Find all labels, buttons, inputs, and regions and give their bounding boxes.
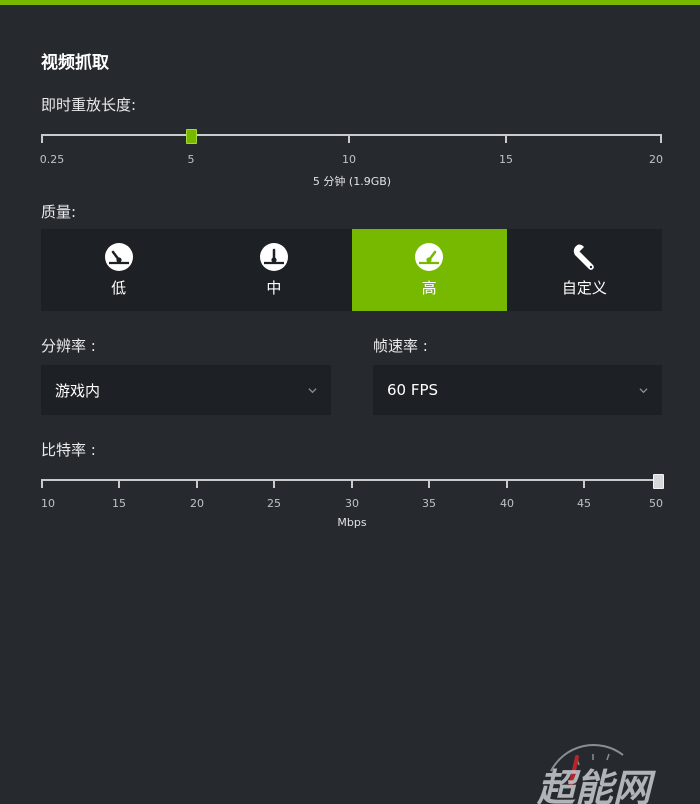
wrench-icon: [574, 244, 595, 270]
bitrate-tick-label: 40: [500, 497, 514, 510]
bitrate-tick: [41, 480, 43, 488]
quality-option-label: 低: [111, 279, 127, 297]
replay-slider-thumb[interactable]: [186, 129, 197, 144]
speedometer-low-icon: [104, 243, 133, 271]
quality-option-high[interactable]: 高: [351, 229, 507, 311]
replay-tick: [41, 135, 43, 143]
quality-option-custom[interactable]: 自定义: [507, 229, 662, 311]
bitrate-tick-label: 15: [112, 497, 126, 510]
resolution-dropdown[interactable]: 游戏内: [41, 365, 331, 415]
framerate-value: 60 FPS: [387, 381, 439, 399]
bitrate-tick-label: 25: [267, 497, 281, 510]
quality-selector[interactable]: 低 中 高 自定义: [41, 229, 662, 311]
bitrate-slider-thumb[interactable]: [653, 474, 664, 489]
quality-option-label: 高: [421, 279, 437, 297]
replay-tick: [348, 135, 350, 143]
framerate-label: 帧速率 :: [373, 337, 428, 355]
accent-top-bar: [0, 0, 700, 5]
speedometer-high-icon: [415, 243, 444, 271]
quality-label: 质量:: [41, 203, 77, 221]
replay-slider-track[interactable]: [41, 134, 662, 136]
bitrate-tick: [118, 480, 120, 488]
bitrate-tick-label: 30: [345, 497, 359, 510]
bitrate-tick: [583, 480, 585, 488]
speedometer-medium-icon: [259, 243, 288, 271]
bitrate-tick: [351, 480, 353, 488]
bitrate-tick: [273, 480, 275, 488]
watermark-text: 超能网: [537, 766, 656, 804]
quality-option-label: 中: [266, 279, 282, 297]
framerate-dropdown[interactable]: 60 FPS: [373, 365, 662, 415]
bitrate-tick: [506, 480, 508, 488]
section-title: 视频抓取: [41, 53, 109, 73]
replay-tick-label: 20: [649, 153, 663, 166]
replay-tick-label: 10: [342, 153, 356, 166]
chevron-down-icon: [308, 387, 317, 393]
resolution-value: 游戏内: [55, 381, 101, 400]
replay-length-label: 即时重放长度:: [41, 96, 137, 114]
bitrate-tick-label: 35: [422, 497, 436, 510]
bitrate-tick-label: 45: [577, 497, 591, 510]
bitrate-tick-label: 50: [649, 497, 663, 510]
bitrate-tick: [428, 480, 430, 488]
replay-length-value: 5 分钟 (1.9GB): [312, 175, 392, 188]
bitrate-tick-label: 20: [190, 497, 204, 510]
bitrate-unit: Mbps: [337, 516, 367, 529]
quality-option-medium[interactable]: 中: [196, 229, 351, 311]
replay-tick: [660, 135, 662, 143]
watermark-logo: 超能网: [537, 744, 656, 804]
bitrate-tick-label: 10: [41, 497, 55, 510]
bitrate-label: 比特率 :: [41, 441, 96, 459]
chevron-down-icon: [639, 387, 648, 393]
quality-option-low[interactable]: 低: [41, 229, 196, 311]
replay-tick-label: 5: [187, 153, 195, 166]
replay-tick-label: 0.25: [39, 153, 65, 166]
quality-option-label: 自定义: [561, 279, 607, 297]
bitrate-tick: [196, 480, 198, 488]
resolution-label: 分辨率 :: [41, 337, 96, 355]
replay-tick: [505, 135, 507, 143]
replay-tick-label: 15: [499, 153, 513, 166]
